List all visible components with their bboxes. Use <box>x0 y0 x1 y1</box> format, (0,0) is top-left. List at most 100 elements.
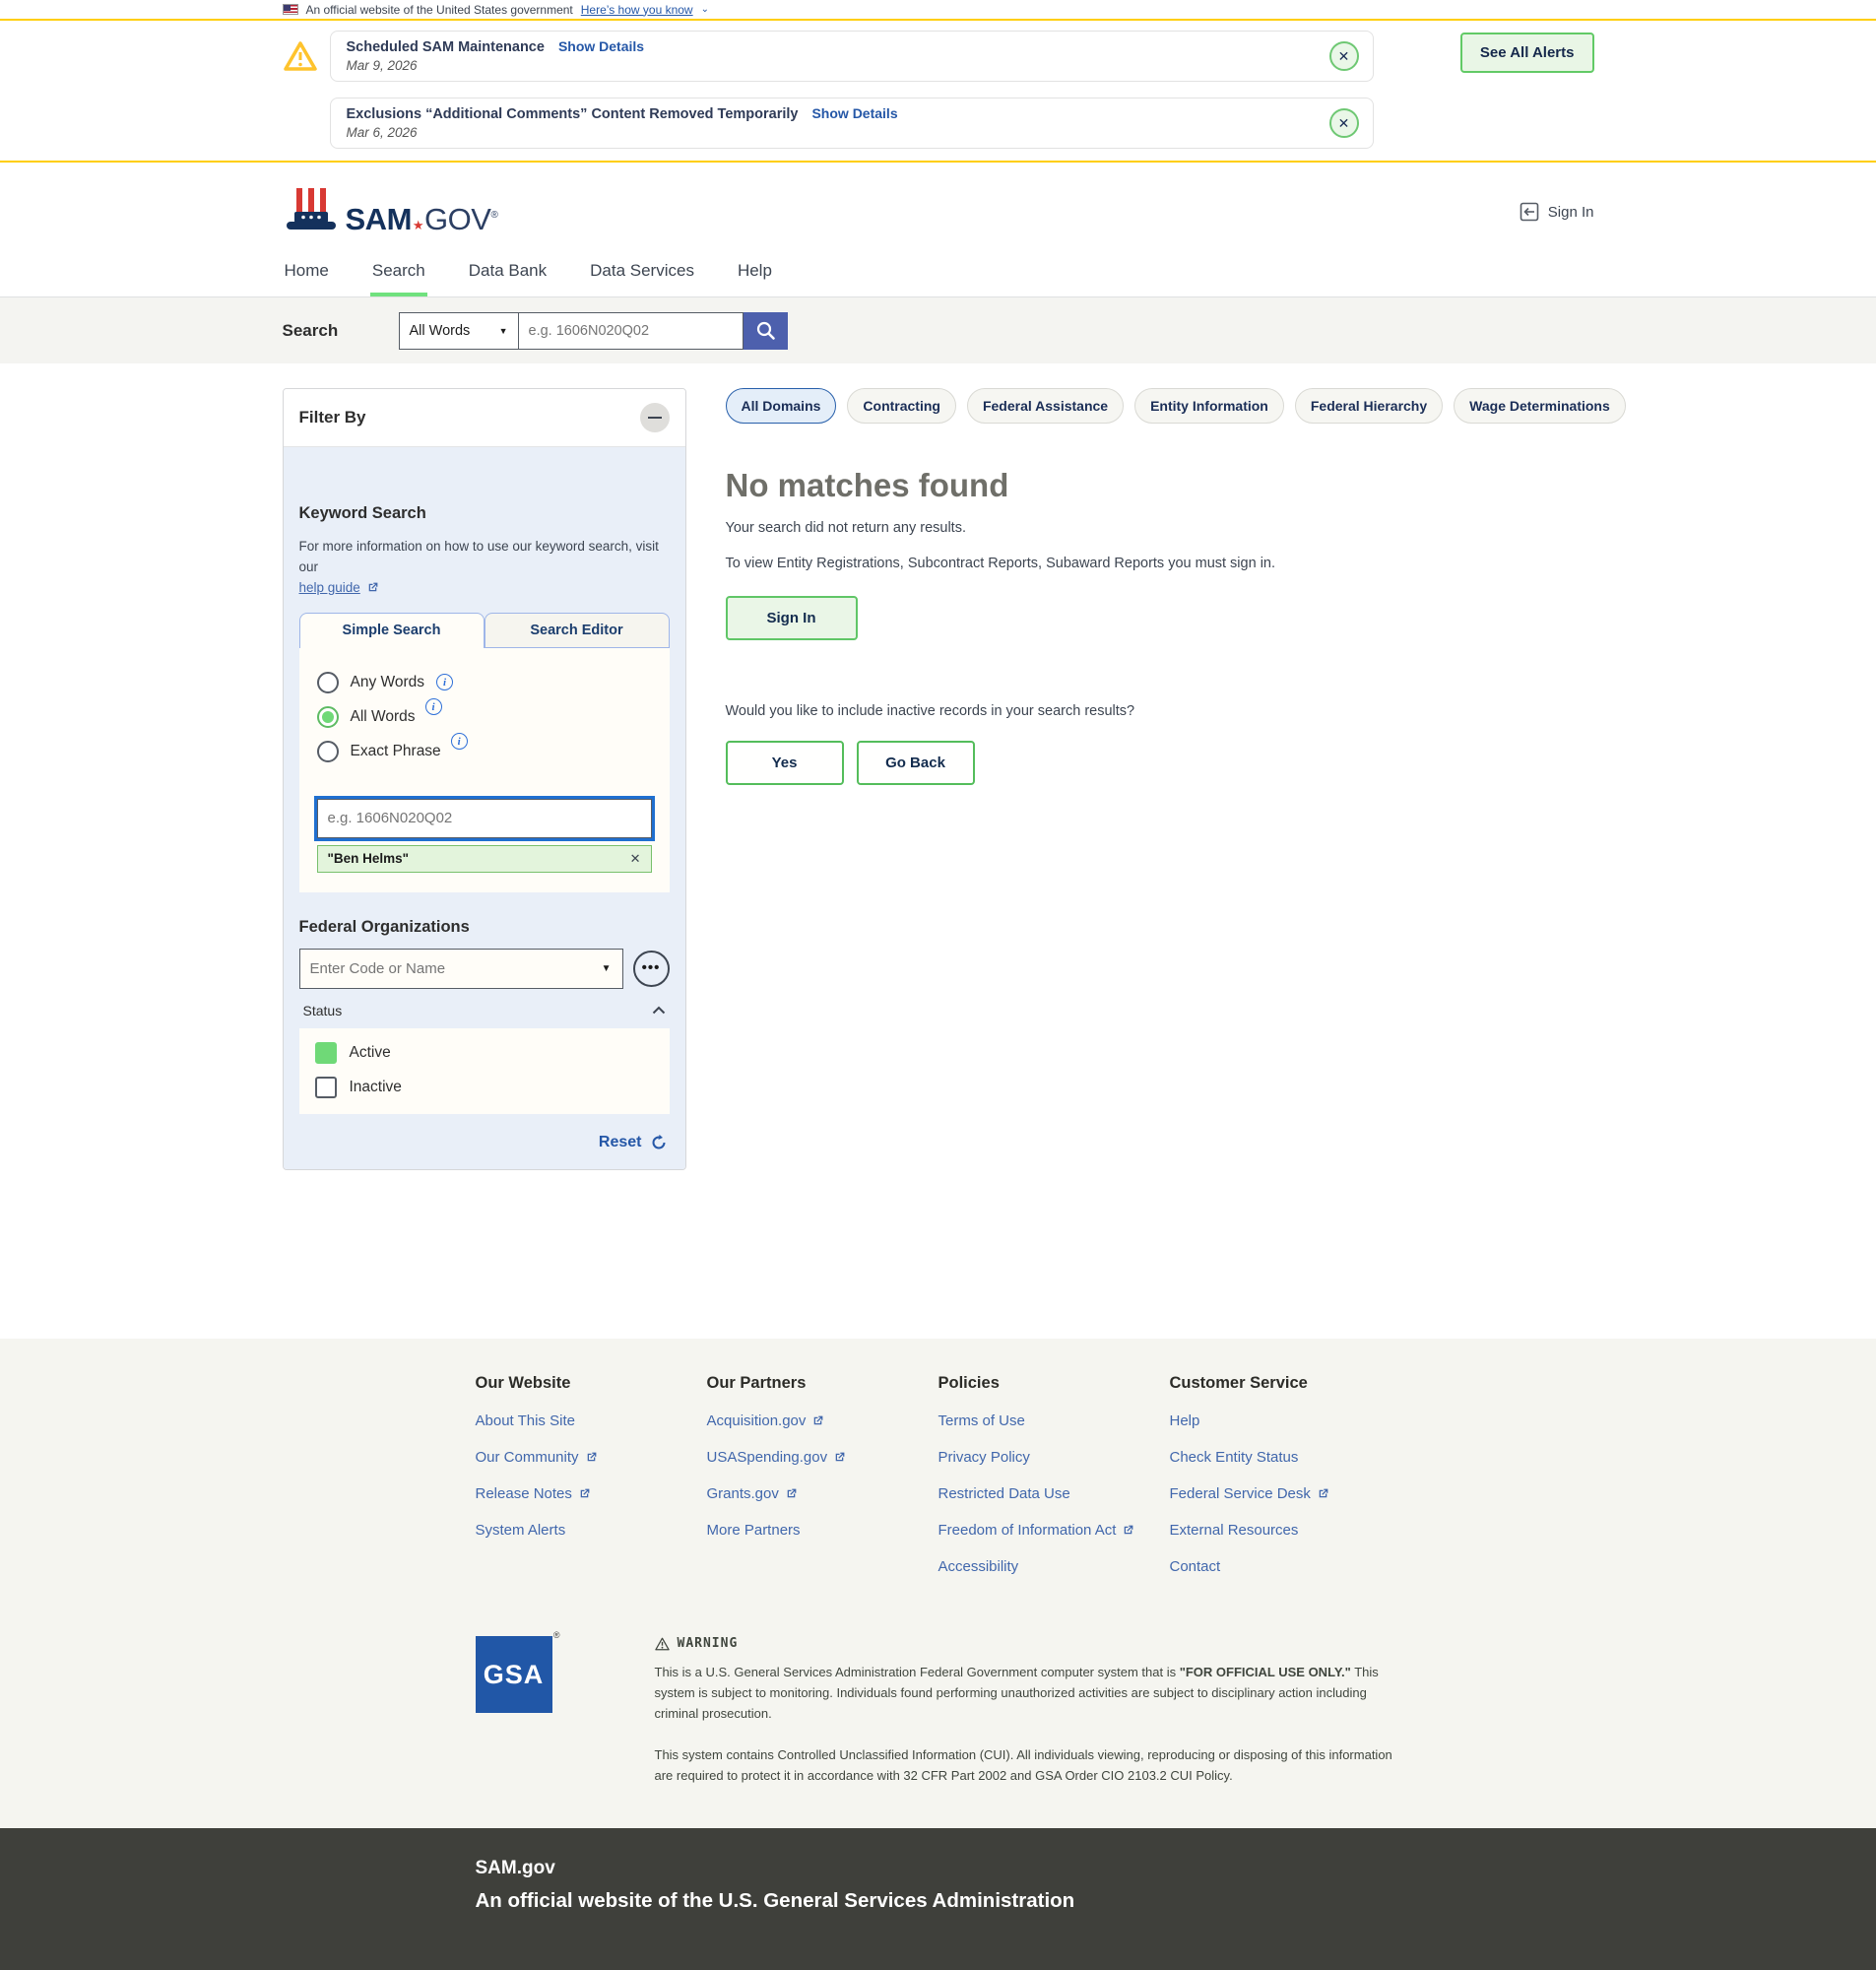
footer-link-foia[interactable]: Freedom of Information Act <box>938 1522 1117 1539</box>
footer-link-about-this-site[interactable]: About This Site <box>476 1412 575 1429</box>
footer-link-terms-of-use[interactable]: Terms of Use <box>938 1412 1025 1429</box>
radio-circle[interactable] <box>317 741 339 762</box>
footer-link-release-notes[interactable]: Release Notes <box>476 1485 572 1502</box>
checkbox-inactive[interactable]: Inactive <box>315 1077 654 1098</box>
pill-all-domains[interactable]: All Domains <box>726 388 837 424</box>
nav-item-help[interactable]: Help <box>736 257 774 296</box>
pill-contracting[interactable]: Contracting <box>847 388 956 424</box>
uncle-sam-hat-icon <box>283 186 340 237</box>
footer-link-help[interactable]: Help <box>1170 1412 1200 1429</box>
footer-column-policies: Policies Terms of Use Privacy Policy Res… <box>938 1374 1170 1595</box>
info-icon[interactable]: i <box>425 698 442 715</box>
gsa-logo: GSA <box>476 1636 552 1713</box>
radio-exact-phrase[interactable]: Exact Phrase i <box>317 741 652 762</box>
checkbox-icon[interactable] <box>315 1077 337 1098</box>
main-content: Filter By Keyword Search For more inform… <box>0 363 1876 1339</box>
external-link-icon <box>1122 1524 1134 1537</box>
show-details-link[interactable]: Show Details <box>558 38 644 54</box>
remove-chip-icon[interactable]: ✕ <box>630 851 641 867</box>
domain-filter-pills: All Domains Contracting Federal Assistan… <box>726 388 1626 424</box>
external-link-icon <box>785 1487 798 1500</box>
search-submit-button[interactable] <box>744 312 788 350</box>
footer-column-our-website: Our Website About This Site Our Communit… <box>476 1374 707 1595</box>
radio-any-words[interactable]: Any Words i <box>317 672 652 693</box>
external-link-icon <box>366 581 379 594</box>
footer-link-acquisition-gov[interactable]: Acquisition.gov <box>707 1412 807 1429</box>
reset-filters-link[interactable]: Reset <box>599 1134 642 1151</box>
search-mode-select[interactable]: All Words ▼ <box>399 312 519 350</box>
footer-link-restricted-data-use[interactable]: Restricted Data Use <box>938 1485 1070 1502</box>
footer-link-system-alerts[interactable]: System Alerts <box>476 1522 566 1539</box>
keyword-search-input[interactable] <box>317 799 652 838</box>
nav-item-search[interactable]: Search <box>370 257 427 296</box>
external-link-icon <box>578 1487 591 1500</box>
footer-link-accessibility[interactable]: Accessibility <box>938 1558 1019 1575</box>
footer-link-contact[interactable]: Contact <box>1170 1558 1221 1575</box>
status-label: Status <box>303 1003 343 1018</box>
reset-icon[interactable] <box>650 1134 668 1151</box>
external-link-icon <box>1317 1487 1329 1500</box>
close-icon[interactable]: ✕ <box>1329 41 1359 71</box>
footer-link-usaspending-gov[interactable]: USASpending.gov <box>707 1449 828 1466</box>
footer-link-grants-gov[interactable]: Grants.gov <box>707 1485 779 1502</box>
help-guide-link[interactable]: help guide <box>299 580 360 595</box>
site-footer: Our Website About This Site Our Communit… <box>0 1339 1876 1828</box>
show-details-link[interactable]: Show Details <box>811 105 897 121</box>
alert-title: Exclusions “Additional Comments” Content… <box>347 106 799 122</box>
footer-link-federal-service-desk[interactable]: Federal Service Desk <box>1170 1485 1311 1502</box>
warning-triangle-icon <box>283 39 318 73</box>
sign-in-button[interactable]: Sign In <box>726 596 858 640</box>
radio-circle[interactable] <box>317 706 339 728</box>
alert-row: Scheduled SAM Maintenance Show Details M… <box>283 31 1374 82</box>
footer-link-privacy-policy[interactable]: Privacy Policy <box>938 1449 1030 1466</box>
header-sign-in-link[interactable]: Sign In <box>1520 202 1594 222</box>
logo-sam-text: SAM <box>346 202 412 237</box>
global-search-input[interactable] <box>519 312 744 350</box>
gsa-registered-mark: ® <box>553 1630 560 1640</box>
search-label: Search <box>283 321 399 341</box>
pill-federal-assistance[interactable]: Federal Assistance <box>967 388 1124 424</box>
tab-search-editor[interactable]: Search Editor <box>485 613 670 648</box>
no-matches-title: No matches found <box>726 467 1626 504</box>
checkbox-icon[interactable] <box>315 1042 337 1064</box>
tab-simple-search[interactable]: Simple Search <box>299 613 485 648</box>
footer-link-more-partners[interactable]: More Partners <box>707 1522 801 1539</box>
warning-paragraph-2: This system contains Controlled Unclassi… <box>655 1745 1401 1787</box>
logo-gov-text: GOV <box>424 202 490 237</box>
search-icon <box>755 320 776 341</box>
close-icon[interactable]: ✕ <box>1329 108 1359 138</box>
collapse-filters-button[interactable] <box>640 403 670 432</box>
pill-federal-hierarchy[interactable]: Federal Hierarchy <box>1295 388 1443 424</box>
info-icon[interactable]: i <box>436 674 453 690</box>
alert-row: Exclusions “Additional Comments” Content… <box>283 98 1374 149</box>
org-browse-button[interactable]: ••• <box>633 951 670 987</box>
info-icon[interactable]: i <box>451 733 468 750</box>
go-back-button[interactable]: Go Back <box>857 741 975 785</box>
sam-gov-logo[interactable]: SAM★GOV® <box>283 186 498 237</box>
footer-link-external-resources[interactable]: External Resources <box>1170 1522 1299 1539</box>
identifier-footer: SAM.gov An official website of the U.S. … <box>0 1828 1876 1970</box>
pill-entity-information[interactable]: Entity Information <box>1134 388 1284 424</box>
nav-item-data-bank[interactable]: Data Bank <box>467 257 549 296</box>
logo-star-icon: ★ <box>413 218 423 233</box>
chevron-down-icon[interactable]: ⌄ <box>701 4 709 15</box>
nav-item-home[interactable]: Home <box>283 257 331 296</box>
yes-button[interactable]: Yes <box>726 741 844 785</box>
checkbox-active[interactable]: Active <box>315 1042 654 1064</box>
federal-org-input[interactable] <box>299 949 623 989</box>
keyword-chip: "Ben Helms" ✕ <box>317 845 652 873</box>
nav-item-data-services[interactable]: Data Services <box>588 257 696 296</box>
warning-paragraph-1: This is a U.S. General Services Administ… <box>655 1663 1401 1724</box>
how-you-know-link[interactable]: Here’s how you know <box>581 3 693 17</box>
see-all-alerts-button[interactable]: See All Alerts <box>1460 33 1594 73</box>
footer-link-our-community[interactable]: Our Community <box>476 1449 579 1466</box>
pill-wage-determinations[interactable]: Wage Determinations <box>1454 388 1626 424</box>
filter-panel: Filter By Keyword Search For more inform… <box>283 388 686 1170</box>
radio-circle[interactable] <box>317 672 339 693</box>
footer-link-check-entity-status[interactable]: Check Entity Status <box>1170 1449 1299 1466</box>
alert-date: Mar 6, 2026 <box>347 125 1329 140</box>
keyword-info-text: For more information on how to use our k… <box>299 537 670 578</box>
radio-all-words[interactable]: All Words i <box>317 706 652 728</box>
chevron-up-icon[interactable] <box>652 1006 666 1015</box>
footer-site-tagline: An official website of the U.S. General … <box>476 1889 1401 1913</box>
